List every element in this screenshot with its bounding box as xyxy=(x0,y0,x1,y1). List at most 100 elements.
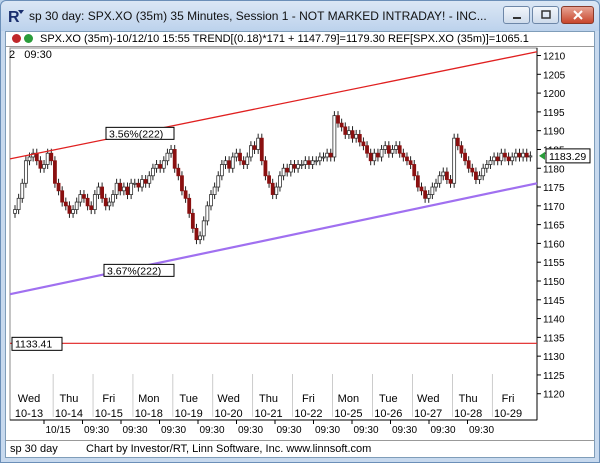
title-bar[interactable]: R sp 30 day: SPX.XO (35m) 35 Minutes, Se… xyxy=(1,1,599,31)
candle-up xyxy=(274,186,279,195)
candle-down xyxy=(180,175,184,192)
candle-up xyxy=(230,156,235,169)
lower-channel-label: 3.67%(222) xyxy=(107,265,161,277)
candle-down xyxy=(158,164,163,169)
candle-up xyxy=(154,164,159,169)
day-date-label: 10-29 xyxy=(494,408,522,420)
candle-down xyxy=(125,186,130,195)
legend-text: SPX.XO (35m)-10/12/10 15:55 TREND[(0.18)… xyxy=(40,33,529,45)
candle-up xyxy=(140,179,144,188)
x-tick-label: 09:30 xyxy=(161,425,186,436)
candle-down xyxy=(259,137,264,162)
candle-down xyxy=(53,160,57,184)
day-date-label: 10-25 xyxy=(334,408,362,420)
candle-up xyxy=(223,160,228,165)
x-tick-label: 09:30 xyxy=(392,425,417,436)
x-tick-label: 09:30 xyxy=(315,425,340,436)
candle-up xyxy=(314,160,319,163)
session-label: 2 09:30 xyxy=(9,49,52,61)
close-button[interactable] xyxy=(561,6,594,24)
candle-up xyxy=(198,235,202,241)
candle-up xyxy=(114,182,119,195)
candle-up xyxy=(219,164,224,177)
candle-up xyxy=(484,164,489,169)
y-tick-label: 1205 xyxy=(543,70,566,81)
maximize-button[interactable] xyxy=(532,6,559,24)
candle-up xyxy=(528,155,533,158)
price-chart[interactable]: 1210120512001195119011851180117511701165… xyxy=(6,32,594,440)
candle-down xyxy=(241,160,246,165)
candle-up xyxy=(390,149,395,154)
candle-down xyxy=(466,160,471,169)
day-date-label: 10-27 xyxy=(414,408,442,420)
day-date-label: 10-13 xyxy=(15,408,43,420)
candle-down xyxy=(227,160,232,169)
candle-up xyxy=(303,160,308,165)
candle-down xyxy=(386,145,391,154)
day-date-label: 10-22 xyxy=(294,408,322,420)
candle-up xyxy=(325,152,330,158)
day-name-label: Thu xyxy=(459,393,478,405)
legend-green-dot-icon xyxy=(24,34,33,43)
candle-up xyxy=(151,167,155,177)
y-tick-label: 1125 xyxy=(543,371,565,382)
candle-up xyxy=(23,160,28,184)
candle-down xyxy=(495,156,500,162)
day-name-label: Wed xyxy=(417,393,439,405)
day-name-label: Wed xyxy=(18,393,40,405)
candle-up xyxy=(321,156,326,159)
candle-up xyxy=(212,186,217,195)
candle-up xyxy=(488,160,493,165)
chart-pane[interactable]: 1210120512001195119011851180117511701165… xyxy=(5,31,595,458)
candle-down xyxy=(89,205,94,210)
candle-up xyxy=(521,152,526,158)
y-tick-label: 1200 xyxy=(543,89,566,100)
candle-up xyxy=(96,186,101,195)
candle-up xyxy=(492,156,496,162)
plot-area xyxy=(9,47,538,421)
candle-down xyxy=(474,171,478,180)
day-date-label: 10-19 xyxy=(175,408,203,420)
candle-up xyxy=(372,152,377,162)
minimize-icon xyxy=(512,17,521,19)
x-tick-label: 09:30 xyxy=(122,425,147,436)
candle-down xyxy=(506,156,511,162)
last-price-arrow-icon xyxy=(539,151,545,160)
candle-up xyxy=(92,194,97,210)
y-tick-label: 1120 xyxy=(543,390,565,401)
candle-down xyxy=(82,194,86,199)
candle-down xyxy=(34,152,39,162)
candle-down xyxy=(143,179,148,184)
day-name-label: Fri xyxy=(502,393,515,405)
candle-down xyxy=(270,182,275,195)
candle-down xyxy=(463,152,467,162)
credit-text: Chart by Investor/RT, Linn Software, Inc… xyxy=(86,443,372,455)
maximize-icon xyxy=(540,10,551,19)
candle-up xyxy=(452,137,457,184)
candle-up xyxy=(71,209,75,214)
candle-up xyxy=(132,182,137,185)
candle-up xyxy=(27,156,32,162)
day-name-label: Mon xyxy=(338,393,359,405)
day-name-label: Fri xyxy=(302,393,315,405)
legend-red-dot-icon xyxy=(12,34,21,43)
candle-down xyxy=(408,160,413,165)
candle-down xyxy=(103,197,108,207)
candle-down xyxy=(503,152,507,158)
candle-up xyxy=(216,175,221,188)
y-tick-label: 1210 xyxy=(543,52,566,63)
candle-down xyxy=(343,126,348,135)
candle-down xyxy=(187,197,192,214)
candle-down xyxy=(100,186,105,199)
y-tick-label: 1155 xyxy=(543,258,565,269)
candle-down xyxy=(183,190,188,199)
day-name-label: Thu xyxy=(259,393,278,405)
candle-up xyxy=(332,115,337,158)
candle-up xyxy=(209,194,213,207)
upper-channel-label: 3.56%(222) xyxy=(109,128,163,140)
candle-down xyxy=(357,134,362,143)
candle-down xyxy=(252,145,257,150)
minimize-button[interactable] xyxy=(503,6,530,24)
y-tick-label: 1145 xyxy=(543,296,565,307)
indicator-legend: SPX.XO (35m)-10/12/10 15:55 TREND[(0.18)… xyxy=(6,32,594,47)
